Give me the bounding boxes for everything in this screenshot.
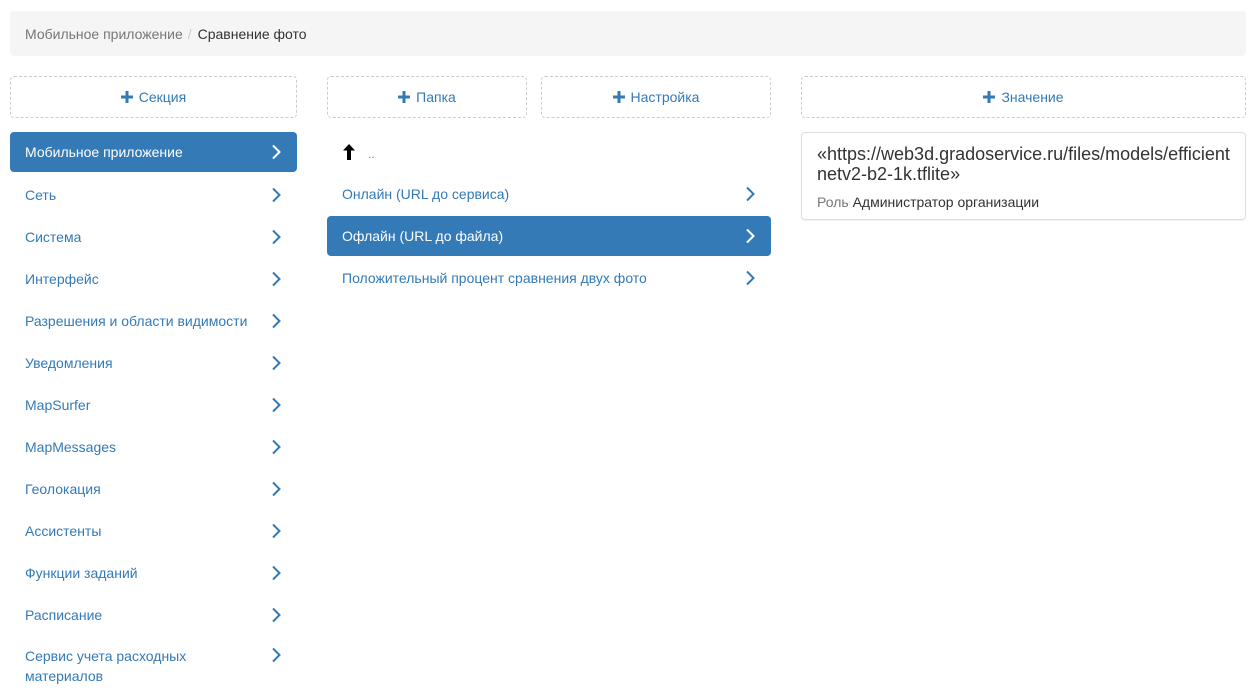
chevron-right-icon xyxy=(746,228,755,244)
section-item-mapmessages[interactable]: MapMessages xyxy=(10,426,297,468)
section-item-notifications[interactable]: Уведомления xyxy=(10,342,297,384)
section-label: MapMessages xyxy=(25,439,117,455)
section-list: Мобильное приложение Сеть Система Интерф… xyxy=(10,132,297,694)
chevron-right-icon xyxy=(272,565,281,581)
section-label: Функции заданий xyxy=(25,565,138,581)
role-label: Роль xyxy=(817,194,849,210)
section-label: Сервис учета расходных материалов xyxy=(25,648,187,684)
chevron-right-icon xyxy=(746,270,755,286)
section-label: Сеть xyxy=(25,187,57,203)
add-section-label: Секция xyxy=(138,89,187,105)
section-label: Геолокация xyxy=(25,481,101,497)
value-text: «https://web3d.gradoservice.ru/files/mod… xyxy=(817,144,1230,184)
chevron-right-icon xyxy=(746,186,755,202)
add-folder-label: Папка xyxy=(416,89,456,105)
chevron-right-icon xyxy=(272,647,281,663)
add-setting-label: Настройка xyxy=(630,89,700,105)
section-label: MapSurfer xyxy=(25,397,91,413)
chevron-right-icon xyxy=(272,481,281,497)
section-item-schedule[interactable]: Расписание xyxy=(10,594,297,636)
add-folder-button[interactable]: Папка xyxy=(327,76,527,118)
value-card[interactable]: «https://web3d.gradoservice.ru/files/mod… xyxy=(801,132,1246,220)
chevron-right-icon xyxy=(272,144,281,160)
chevron-right-icon xyxy=(272,187,281,203)
section-item-assistants[interactable]: Ассистенты xyxy=(10,510,297,552)
section-item-mapsurfer[interactable]: MapSurfer xyxy=(10,384,297,426)
plus-icon xyxy=(983,91,996,103)
folder-label: Положительный процент сравнения двух фот… xyxy=(342,270,647,286)
section-item-consumables[interactable]: Сервис учета расходных материалов xyxy=(10,636,281,694)
section-item-permissions[interactable]: Разрешения и области видимости xyxy=(10,300,297,342)
section-item-task-functions[interactable]: Функции заданий xyxy=(10,552,297,594)
folder-list: Онлайн (URL до сервиса) Офлайн (URL до ф… xyxy=(327,174,771,298)
folder-label: Офлайн (URL до файла) xyxy=(342,228,504,244)
chevron-right-icon xyxy=(272,355,281,371)
add-value-label: Значение xyxy=(1001,89,1064,105)
breadcrumb-separator: / xyxy=(187,25,192,42)
chevron-right-icon xyxy=(272,313,281,329)
add-setting-button[interactable]: Настройка xyxy=(541,76,771,118)
chevron-right-icon xyxy=(272,607,281,623)
section-item-geolocation[interactable]: Геолокация xyxy=(10,468,297,510)
chevron-right-icon xyxy=(272,229,281,245)
section-label: Мобильное приложение xyxy=(25,144,183,160)
section-label: Интерфейс xyxy=(25,271,99,287)
section-label: Ассистенты xyxy=(25,523,102,539)
value-role: Роль Администратор организации xyxy=(817,194,1230,210)
arrow-up-icon xyxy=(343,144,355,160)
breadcrumb-parent[interactable]: Мобильное приложение xyxy=(25,26,183,42)
folder-item-offline-url[interactable]: Офлайн (URL до файла) xyxy=(327,216,771,256)
section-item-network[interactable]: Сеть xyxy=(10,174,297,216)
breadcrumb-current: Сравнение фото xyxy=(197,25,307,42)
chevron-right-icon xyxy=(272,523,281,539)
role-value: Администратор организации xyxy=(852,194,1040,210)
folder-item-match-percent[interactable]: Положительный процент сравнения двух фот… xyxy=(327,258,771,298)
folder-label: Онлайн (URL до сервиса) xyxy=(342,186,510,202)
breadcrumb: Мобильное приложение / Сравнение фото xyxy=(10,11,1246,56)
chevron-right-icon xyxy=(272,271,281,287)
plus-icon xyxy=(120,91,133,103)
parent-folder-label: .. xyxy=(368,147,375,161)
section-item-system[interactable]: Система xyxy=(10,216,297,258)
chevron-right-icon xyxy=(272,439,281,455)
parent-folder-link[interactable]: .. xyxy=(327,132,771,172)
section-item-mobile-app[interactable]: Мобильное приложение xyxy=(10,132,297,172)
chevron-right-icon xyxy=(272,397,281,413)
add-section-button[interactable]: Секция xyxy=(10,76,297,118)
section-label: Уведомления xyxy=(25,355,113,371)
add-value-button[interactable]: Значение xyxy=(801,76,1246,118)
folder-item-online-url[interactable]: Онлайн (URL до сервиса) xyxy=(327,174,771,214)
section-label: Система xyxy=(25,229,82,245)
plus-icon xyxy=(612,91,625,103)
plus-icon xyxy=(398,91,411,103)
section-item-interface[interactable]: Интерфейс xyxy=(10,258,297,300)
section-label: Разрешения и области видимости xyxy=(25,313,248,329)
section-label: Расписание xyxy=(25,607,103,623)
